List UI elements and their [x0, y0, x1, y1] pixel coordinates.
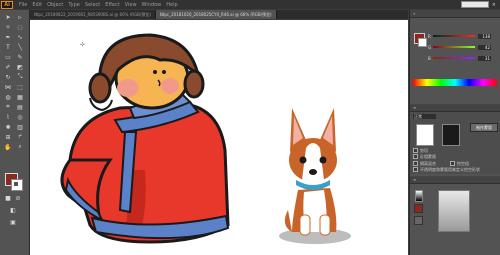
- zoom-tool-icon[interactable]: ⌕: [15, 143, 25, 151]
- artboard-canvas[interactable]: ⊹: [30, 20, 408, 255]
- rotate-tool-icon[interactable]: ↻: [3, 73, 13, 81]
- invert-mask-checkbox[interactable]: 反相蒙版: [413, 154, 436, 159]
- menu-edit[interactable]: Edit: [32, 2, 42, 8]
- control-bar-right: ×: [460, 1, 496, 8]
- menu-list: File Edit Object Type Select Effect View…: [19, 2, 178, 8]
- opacity-mask-checkbox[interactable]: 不透明度和蒙版用来定义挖空形状: [413, 167, 480, 172]
- curvature-tool-icon[interactable]: ∿: [15, 33, 25, 41]
- slider-r-track[interactable]: [433, 35, 475, 37]
- menu-help[interactable]: Help: [166, 2, 177, 8]
- mask-thumbnail[interactable]: [442, 124, 460, 146]
- hand-tool-icon[interactable]: ✋: [3, 143, 13, 151]
- shape-builder-tool-icon[interactable]: ◍: [3, 93, 13, 101]
- invert-mask-label: 反相蒙版: [420, 153, 436, 159]
- knockout-group-checkbox[interactable]: 挖空组: [450, 161, 469, 166]
- rectangle-tool-icon[interactable]: ▭: [3, 53, 13, 61]
- clip-checkbox[interactable]: 剪切: [413, 148, 428, 153]
- menu-object[interactable]: Object: [47, 2, 63, 8]
- screen-mode-icon[interactable]: ▣: [8, 218, 18, 226]
- artwork: [60, 33, 351, 244]
- document-tabs: Ntpc_20180822_2019081_R85S90BS.ai @ 66% …: [30, 10, 408, 19]
- menu-effect[interactable]: Effect: [105, 2, 119, 8]
- artboard-tool-icon[interactable]: ⊞: [3, 133, 13, 141]
- color-spectrum[interactable]: [413, 79, 497, 86]
- opacity-mask-label: 不透明度和蒙版用来定义挖空形状: [420, 166, 480, 172]
- direct-selection-tool-icon[interactable]: ▹: [15, 13, 25, 21]
- none-mode-icon[interactable]: ⊘: [13, 194, 23, 202]
- app-logo: Ai: [1, 0, 13, 9]
- slider-g-track[interactable]: [433, 46, 475, 48]
- gradient-panel: ≡: [410, 176, 500, 255]
- menu-file[interactable]: File: [19, 2, 27, 8]
- menu-select[interactable]: Select: [85, 2, 100, 8]
- mesh-tool-icon[interactable]: ⌗: [3, 103, 13, 111]
- make-mask-button[interactable]: 制作蒙版: [470, 123, 498, 132]
- stroke-color-swatch[interactable]: [11, 179, 23, 191]
- eyedropper-tool-icon[interactable]: ⌇: [3, 113, 13, 121]
- artwork-thumbnail[interactable]: [416, 124, 434, 146]
- isolate-blending-checkbox[interactable]: 隔离混合: [413, 161, 436, 166]
- gradient-tool-icon[interactable]: ▤: [15, 103, 25, 111]
- symbol-sprayer-tool-icon[interactable]: ✺: [3, 123, 13, 131]
- blend-tool-icon[interactable]: ◎: [15, 113, 25, 121]
- eraser-tool-icon[interactable]: ◩: [15, 63, 25, 71]
- menu-type[interactable]: Type: [68, 2, 79, 8]
- gradient-panel-header[interactable]: ≡: [410, 176, 500, 184]
- gradient-preview[interactable]: [438, 190, 470, 232]
- free-transform-tool-icon[interactable]: ⬚: [15, 83, 25, 91]
- slice-tool-icon[interactable]: ⌿: [15, 133, 25, 141]
- magic-wand-tool-icon[interactable]: ✧: [3, 23, 13, 31]
- shaper-tool-icon[interactable]: ✐: [3, 63, 13, 71]
- pen-tool-icon[interactable]: ✒: [3, 33, 13, 41]
- drawing-mode-icon[interactable]: ◧: [8, 206, 18, 214]
- slider-b[interactable]: B 31: [428, 55, 498, 61]
- transparency-panel-header[interactable]: ≡: [410, 104, 500, 112]
- cursor-icon: ⊹: [80, 41, 86, 48]
- gradient-stop-swatch-2[interactable]: [414, 216, 423, 225]
- channel-g-value[interactable]: 42: [478, 44, 491, 50]
- channel-r-value[interactable]: 138: [478, 33, 491, 39]
- color-panel: R 138 G 42 B 31: [410, 17, 500, 89]
- width-tool-icon[interactable]: ⋈: [3, 83, 13, 91]
- robed-character-illustration[interactable]: [60, 33, 230, 244]
- blend-mode-select[interactable]: 正常: [413, 114, 436, 119]
- channel-b-value[interactable]: 31: [478, 55, 491, 61]
- slider-r[interactable]: R 138: [428, 33, 498, 39]
- lasso-tool-icon[interactable]: ◌: [15, 23, 25, 31]
- document-tab-1[interactable]: Ntpc_20180822_2019081_R85S90BS.ai @ 66% …: [30, 10, 156, 19]
- color-mode-icon[interactable]: ■: [3, 194, 13, 202]
- right-panels: « R 138 G 42 B 31 ≡ 正常 制作蒙版 剪切 反相蒙版 隔离混合: [409, 10, 500, 255]
- gradient-stop-swatch[interactable]: [414, 204, 423, 213]
- gradient-tools: [414, 204, 424, 254]
- menu-window[interactable]: Window: [142, 2, 162, 8]
- selection-tool-icon[interactable]: ➤: [3, 13, 13, 21]
- type-tool-icon[interactable]: T: [3, 43, 13, 51]
- menu-bar: Ai File Edit Object Type Select Effect V…: [0, 0, 500, 9]
- slider-b-track[interactable]: [433, 57, 475, 59]
- menu-view[interactable]: View: [125, 2, 137, 8]
- paintbrush-tool-icon[interactable]: ✎: [15, 53, 25, 61]
- document-tab-2[interactable]: Ntpc_20181020_2018025CY0_R46.ai @ 66% (R…: [155, 10, 277, 19]
- menu-icon[interactable]: ≡: [413, 105, 416, 110]
- slider-g[interactable]: G 42: [428, 44, 498, 50]
- gradient-swatch[interactable]: [415, 190, 423, 202]
- close-icon[interactable]: ×: [492, 2, 496, 8]
- line-tool-icon[interactable]: ╲: [15, 43, 25, 51]
- scale-tool-icon[interactable]: ⤡: [15, 73, 25, 81]
- panel-stroke-swatch[interactable]: [418, 38, 427, 47]
- collapse-icon[interactable]: «: [413, 11, 415, 16]
- dog-illustration[interactable]: [279, 108, 351, 244]
- tools-panel: ➤ ▹ ✧ ◌ ✒ ∿ T ╲ ▭ ✎ ✐ ◩ ↻ ⤡ ⋈ ⬚ ◍ ▦ ⌗ ▤ …: [0, 10, 30, 255]
- column-graph-tool-icon[interactable]: ▥: [15, 123, 25, 131]
- stroke-profile-field[interactable]: [460, 1, 489, 8]
- perspective-grid-tool-icon[interactable]: ▦: [15, 93, 25, 101]
- transparency-panel: ≡ 正常 制作蒙版 剪切 反相蒙版 隔离混合 挖空组 不透明度和蒙版用来定义挖空…: [410, 104, 500, 174]
- menu-icon[interactable]: ≡: [413, 177, 416, 182]
